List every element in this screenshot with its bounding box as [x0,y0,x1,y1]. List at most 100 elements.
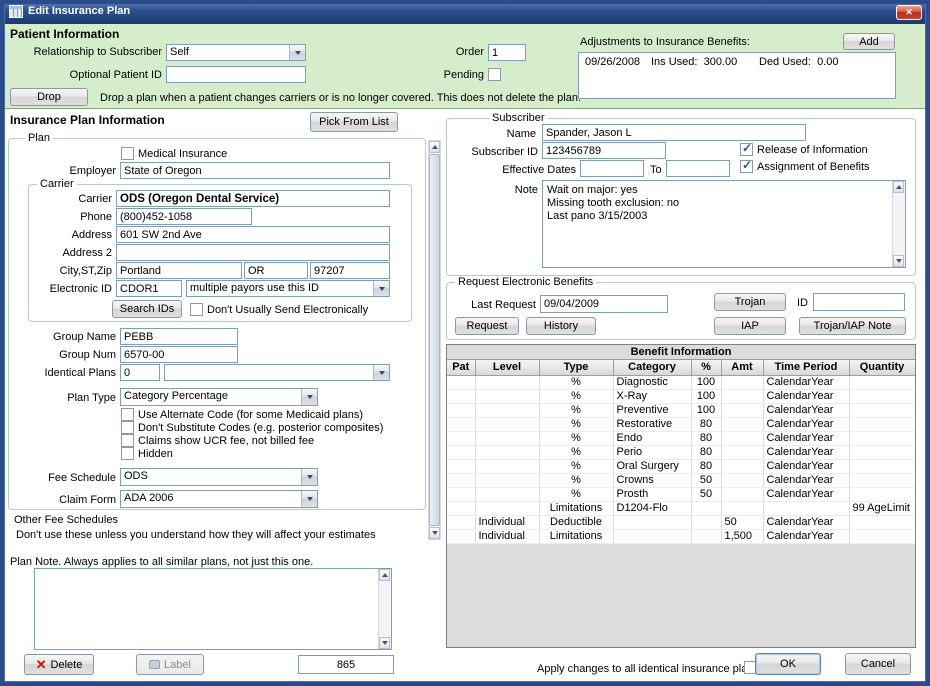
trojan-button[interactable]: Trojan [714,293,786,311]
benefit-row[interactable]: %Endo80CalendarYear [447,431,915,445]
pending-checkbox[interactable] [488,68,501,81]
benefit-cell [447,389,475,403]
adjustments-listbox[interactable]: 09/26/2008 Ins Used: 300.00 Ded Used: 0.… [578,52,896,99]
benefit-cell [691,529,721,543]
last-request-field[interactable] [540,295,668,313]
release-of-information-checkbox[interactable] [740,143,753,156]
scroll-down-icon[interactable] [379,637,390,649]
benefit-cell [721,431,763,445]
benefit-row[interactable]: LimitationsD1204-Flo99 AgeLimit [447,501,915,515]
adjustment-date: 09/26/2008 [585,56,640,68]
address-field[interactable] [116,226,390,243]
benefit-cell: 99 AgeLimit [849,501,915,515]
trojan-iap-note-button[interactable]: Trojan/IAP Note [799,317,906,335]
benefit-cell [691,515,721,529]
plan-type-dropdown[interactable]: Category Percentage [120,388,318,406]
benefit-cell: % [539,459,613,473]
benefit-row[interactable]: %Crowns50CalendarYear [447,473,915,487]
chevron-down-icon [301,469,317,485]
identical-plans-dropdown[interactable] [164,364,390,381]
identical-plans-field[interactable] [120,364,160,381]
city-field[interactable] [116,262,242,279]
payor-dropdown[interactable]: multiple payors use this ID [186,280,390,297]
medical-insurance-checkbox[interactable] [121,147,134,160]
adjustment-ded-used: Ded Used: 0.00 [759,56,839,68]
scroll-down-icon[interactable] [429,527,440,539]
note-scrollbar[interactable] [892,181,905,267]
address2-field[interactable] [116,244,390,261]
subscriber-note-textarea[interactable]: Wait on major: yes Missing tooth exclusi… [542,180,906,268]
order-field[interactable] [488,44,526,61]
delete-button[interactable]: ✕ Delete [24,654,94,675]
hidden-checkbox[interactable] [121,447,134,460]
title-bar[interactable]: Edit Insurance Plan [0,0,930,24]
benefit-cell: CalendarYear [763,445,849,459]
benefit-cell [721,459,763,473]
subscriber-id-field[interactable] [542,142,666,159]
iap-button[interactable]: IAP [714,317,786,335]
benefit-row[interactable]: IndividualLimitations1,500CalendarYear [447,529,915,543]
benefit-row[interactable]: IndividualDeductible50CalendarYear [447,515,915,529]
plan-panel-scrollbar[interactable] [428,140,441,540]
relationship-dropdown[interactable]: Self [166,44,306,61]
benefit-cell [475,431,539,445]
state-field[interactable] [244,262,308,279]
benefit-row[interactable]: %Perio80CalendarYear [447,445,915,459]
release-of-information-label: Release of Information [757,144,868,156]
patient-info-heading: Patient Information [10,27,119,41]
effective-to-field[interactable] [666,160,730,177]
benefit-cell [721,403,763,417]
benefit-cell: % [539,473,613,487]
use-alternate-code-checkbox[interactable] [121,408,134,421]
benefit-row[interactable]: %Diagnostic100CalendarYear [447,375,915,389]
benefit-row[interactable]: %Prosth50CalendarYear [447,487,915,501]
ok-button[interactable]: OK [755,653,821,675]
optional-patient-id-field[interactable] [166,66,306,83]
scrollbar-thumb[interactable] [429,154,440,526]
benefit-cell [721,389,763,403]
scroll-down-icon[interactable] [893,255,904,267]
phone-field[interactable] [116,208,252,225]
label-button[interactable]: Label [136,654,204,675]
close-button[interactable]: ✕ [896,5,922,20]
scroll-up-icon[interactable] [893,181,904,193]
search-ids-button[interactable]: Search IDs [112,300,182,318]
trojan-id-field[interactable] [813,293,905,311]
carrier-name-field[interactable] [116,190,390,207]
dont-substitute-codes-checkbox[interactable] [121,421,134,434]
pick-from-list-button[interactable]: Pick From List [310,112,398,132]
request-button[interactable]: Request [455,317,519,335]
dont-send-electronically-checkbox[interactable] [190,303,203,316]
electronic-id-field[interactable] [116,280,182,297]
fee-schedule-dropdown[interactable]: ODS [120,468,318,486]
assignment-of-benefits-checkbox[interactable] [740,160,753,173]
employer-field[interactable] [120,162,390,179]
benefit-cell [447,487,475,501]
subscriber-name-field[interactable] [542,124,806,141]
group-name-field[interactable] [120,328,238,345]
group-num-field[interactable] [120,346,238,363]
benefit-cell: 50 [721,515,763,529]
claim-form-dropdown[interactable]: ADA 2006 [120,490,318,508]
benefit-cell [613,515,691,529]
benefit-row[interactable]: %Preventive100CalendarYear [447,403,915,417]
benefit-cell [447,501,475,515]
scroll-up-icon[interactable] [379,569,390,581]
benefit-cell: 50 [691,473,721,487]
benefit-row[interactable]: %Oral Surgery80CalendarYear [447,459,915,473]
drop-button[interactable]: Drop [10,88,88,106]
benefit-row[interactable]: %Restorative80CalendarYear [447,417,915,431]
history-button[interactable]: History [526,317,596,335]
benefit-cell: CalendarYear [763,459,849,473]
cancel-button[interactable]: Cancel [845,653,911,675]
close-icon: ✕ [905,7,913,18]
plan-note-textarea[interactable] [34,568,392,650]
zip-field[interactable] [310,262,390,279]
scroll-up-icon[interactable] [429,141,440,153]
plan-id-field[interactable] [298,655,394,674]
benefit-row[interactable]: %X-Ray100CalendarYear [447,389,915,403]
add-button[interactable]: Add [843,33,895,50]
plan-note-scrollbar[interactable] [378,569,391,649]
claims-show-ucr-checkbox[interactable] [121,434,134,447]
effective-from-field[interactable] [580,160,644,177]
